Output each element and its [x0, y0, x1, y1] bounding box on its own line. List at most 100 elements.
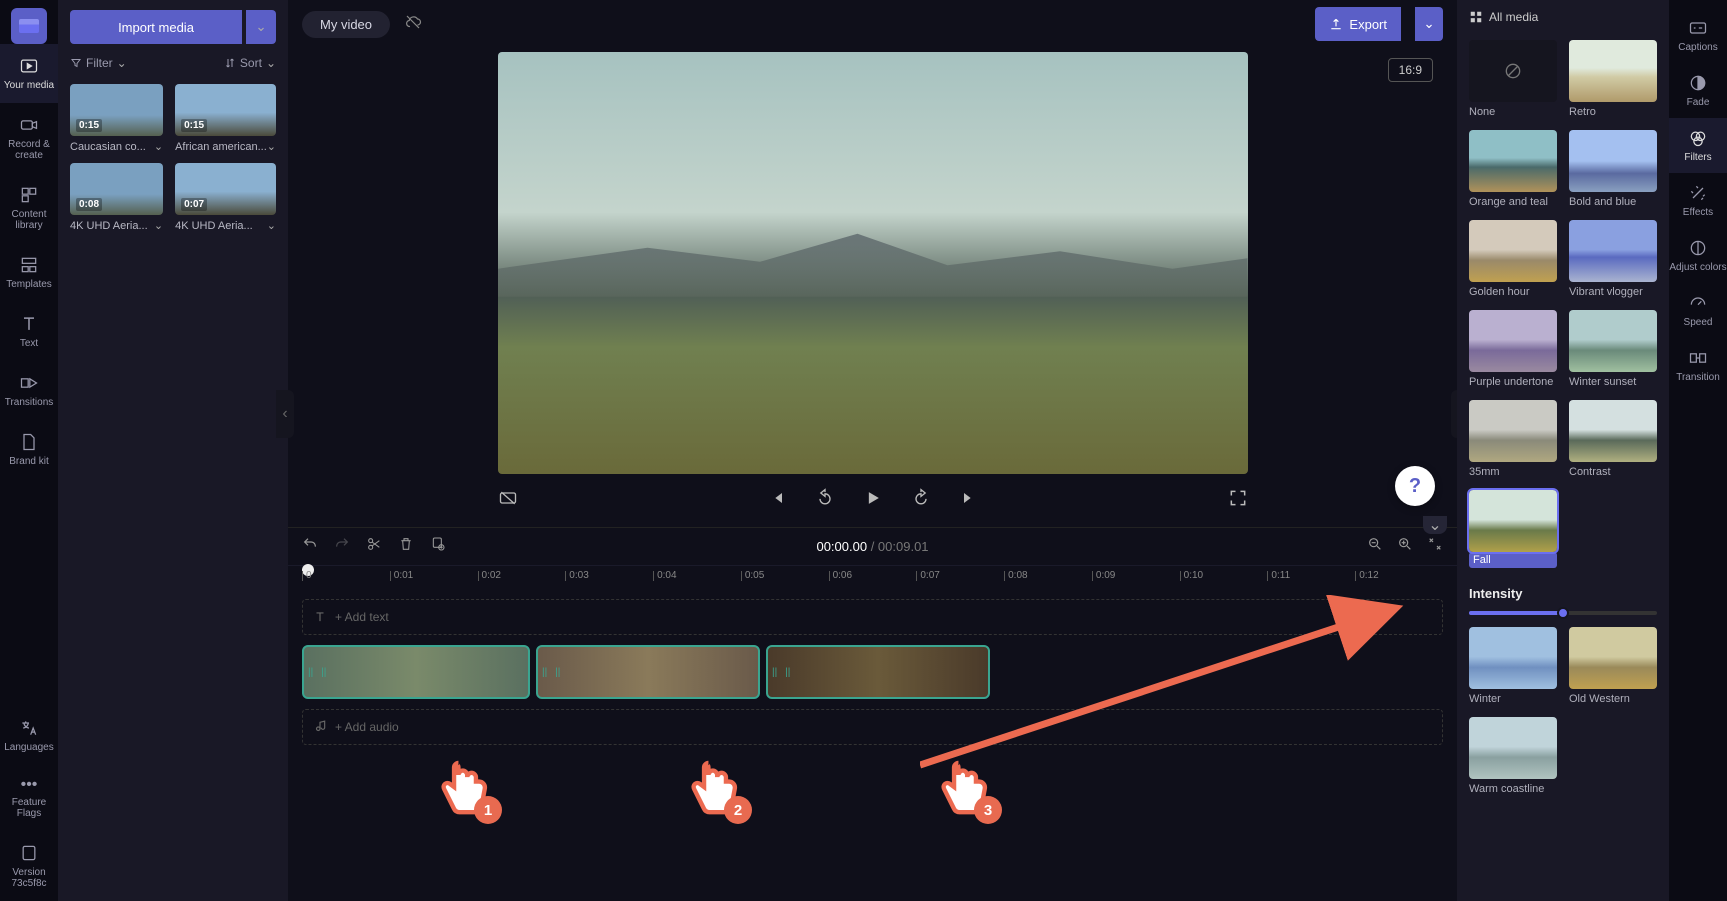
- undo-button[interactable]: [302, 536, 318, 557]
- nav-brand-kit[interactable]: Brand kit: [0, 420, 58, 479]
- nav-record-create[interactable]: Record & create: [0, 103, 58, 173]
- expand-panel-button[interactable]: ⌄: [1423, 516, 1447, 534]
- nav-label: Feature Flags: [0, 797, 58, 819]
- rnav-transition[interactable]: Transition: [1669, 338, 1727, 393]
- nav-feature-flags[interactable]: ••• Feature Flags: [0, 765, 58, 831]
- media-clip[interactable]: 0:15 Caucasian co...⌄: [70, 84, 163, 153]
- zoom-out-button[interactable]: [1367, 536, 1383, 557]
- project-title[interactable]: My video: [302, 11, 390, 38]
- filter-option[interactable]: Purple undertone: [1469, 310, 1557, 388]
- rnav-effects[interactable]: Effects: [1669, 173, 1727, 228]
- rewind-button[interactable]: [815, 488, 835, 513]
- clip-name: 4K UHD Aeria...: [70, 220, 148, 232]
- skip-back-button[interactable]: [767, 488, 787, 513]
- filter-option[interactable]: Golden hour: [1469, 220, 1557, 298]
- chevron-down-icon[interactable]: ⌄: [154, 140, 163, 153]
- filter-option[interactable]: None: [1469, 40, 1557, 118]
- fit-timeline-button[interactable]: [1427, 536, 1443, 557]
- filter-label: Winter sunset: [1569, 376, 1657, 388]
- media-clip[interactable]: 0:07 4K UHD Aeria...⌄: [175, 163, 276, 232]
- skip-forward-button[interactable]: [959, 488, 979, 513]
- play-button[interactable]: [863, 488, 883, 513]
- video-preview[interactable]: [498, 52, 1248, 474]
- sort-label: Sort: [240, 56, 262, 70]
- filter-option[interactable]: Vibrant vlogger: [1569, 220, 1657, 298]
- split-button[interactable]: [366, 536, 382, 557]
- aspect-ratio-button[interactable]: 16:9: [1388, 58, 1433, 82]
- filter-option[interactable]: Old Western: [1569, 627, 1657, 705]
- filter-option[interactable]: Winter sunset: [1569, 310, 1657, 388]
- forward-button[interactable]: [911, 488, 931, 513]
- timeline-clip[interactable]: [766, 645, 990, 699]
- import-media-button[interactable]: Import media: [70, 10, 242, 44]
- export-button[interactable]: Export: [1315, 7, 1401, 41]
- cloud-off-icon[interactable]: [404, 13, 422, 36]
- timeline-clip[interactable]: [302, 645, 530, 699]
- library-icon: [19, 185, 39, 205]
- upload-icon: [1329, 17, 1343, 31]
- media-clip[interactable]: 0:08 4K UHD Aeria... ⌄: [70, 163, 163, 232]
- timeline-clip[interactable]: [536, 645, 760, 699]
- sort-dropdown[interactable]: Sort ⌄: [224, 56, 276, 70]
- audio-track-placeholder[interactable]: + Add audio: [302, 709, 1443, 745]
- intensity-slider[interactable]: [1469, 611, 1657, 615]
- nav-content-library[interactable]: Content library: [0, 173, 58, 243]
- collapse-left-panel-button[interactable]: ‹: [276, 390, 294, 438]
- templates-icon: [19, 255, 39, 275]
- rnav-fade[interactable]: Fade: [1669, 63, 1727, 118]
- filter-option[interactable]: Orange and teal: [1469, 130, 1557, 208]
- rnav-captions[interactable]: Captions: [1669, 8, 1727, 63]
- captions-icon: [1688, 18, 1708, 38]
- text-track-placeholder[interactable]: + Add text: [302, 599, 1443, 635]
- help-button[interactable]: ?: [1395, 466, 1435, 506]
- filter-thumbnail: [1469, 220, 1557, 282]
- help-icon: ?: [1409, 475, 1421, 498]
- timeline-ruler[interactable]: 00:010:020:030:040:050:060:070:080:090:1…: [288, 565, 1457, 593]
- rnav-speed[interactable]: Speed: [1669, 283, 1727, 338]
- import-dropdown-button[interactable]: ⌄: [246, 10, 276, 44]
- chevron-down-icon: ⌄: [1428, 515, 1441, 535]
- filter-option[interactable]: 35mm: [1469, 400, 1557, 478]
- rnav-adjust-colors[interactable]: Adjust colors: [1669, 228, 1727, 283]
- filter-dropdown[interactable]: Filter ⌄: [70, 56, 127, 70]
- ruler-tick: 0: [302, 570, 390, 581]
- filter-option[interactable]: Contrast: [1569, 400, 1657, 478]
- nav-version[interactable]: Version 73c5f8c: [0, 831, 58, 901]
- chevron-down-icon[interactable]: ⌄: [267, 219, 276, 232]
- nav-your-media[interactable]: Your media: [0, 44, 58, 103]
- grid-icon: [1469, 10, 1483, 24]
- chevron-down-icon[interactable]: ⌄: [267, 140, 276, 153]
- clip-duration: 0:07: [181, 198, 207, 211]
- chevron-down-icon[interactable]: ⌄: [154, 219, 163, 232]
- filter-thumbnail: [1469, 490, 1557, 552]
- filter-thumbnail: [1569, 400, 1657, 462]
- export-dropdown-button[interactable]: ⌄: [1415, 7, 1443, 41]
- filter-option[interactable]: Winter: [1469, 627, 1557, 705]
- media-thumbnail: 0:08: [70, 163, 163, 215]
- nav-transitions[interactable]: Transitions: [0, 361, 58, 420]
- filter-option[interactable]: Fall: [1469, 490, 1557, 568]
- nav-label: Version 73c5f8c: [0, 867, 58, 889]
- filters-panel-header[interactable]: All media: [1469, 10, 1657, 24]
- rnav-label: Adjust colors: [1669, 262, 1726, 273]
- filter-option[interactable]: Retro: [1569, 40, 1657, 118]
- duplicate-button[interactable]: [430, 536, 446, 557]
- filter-option[interactable]: Bold and blue: [1569, 130, 1657, 208]
- rnav-filters[interactable]: Filters: [1669, 118, 1727, 173]
- media-panel: Import media ⌄ Filter ⌄ Sort ⌄ 0:15 Cauc…: [58, 0, 288, 901]
- fullscreen-button[interactable]: [1228, 488, 1248, 513]
- nav-text[interactable]: Text: [0, 302, 58, 361]
- app-logo[interactable]: [11, 8, 47, 44]
- filter-option[interactable]: Warm coastline: [1469, 717, 1557, 795]
- video-track[interactable]: [302, 645, 1443, 699]
- nav-languages[interactable]: Languages: [0, 706, 58, 765]
- media-clip[interactable]: 0:15 African american...⌄: [175, 84, 276, 153]
- languages-icon: [19, 718, 39, 738]
- nav-label: Record & create: [0, 139, 58, 161]
- filter-icon: [70, 57, 82, 69]
- redo-button[interactable]: [334, 536, 350, 557]
- zoom-in-button[interactable]: [1397, 536, 1413, 557]
- delete-button[interactable]: [398, 536, 414, 557]
- hide-controls-icon[interactable]: [498, 488, 518, 513]
- nav-templates[interactable]: Templates: [0, 243, 58, 302]
